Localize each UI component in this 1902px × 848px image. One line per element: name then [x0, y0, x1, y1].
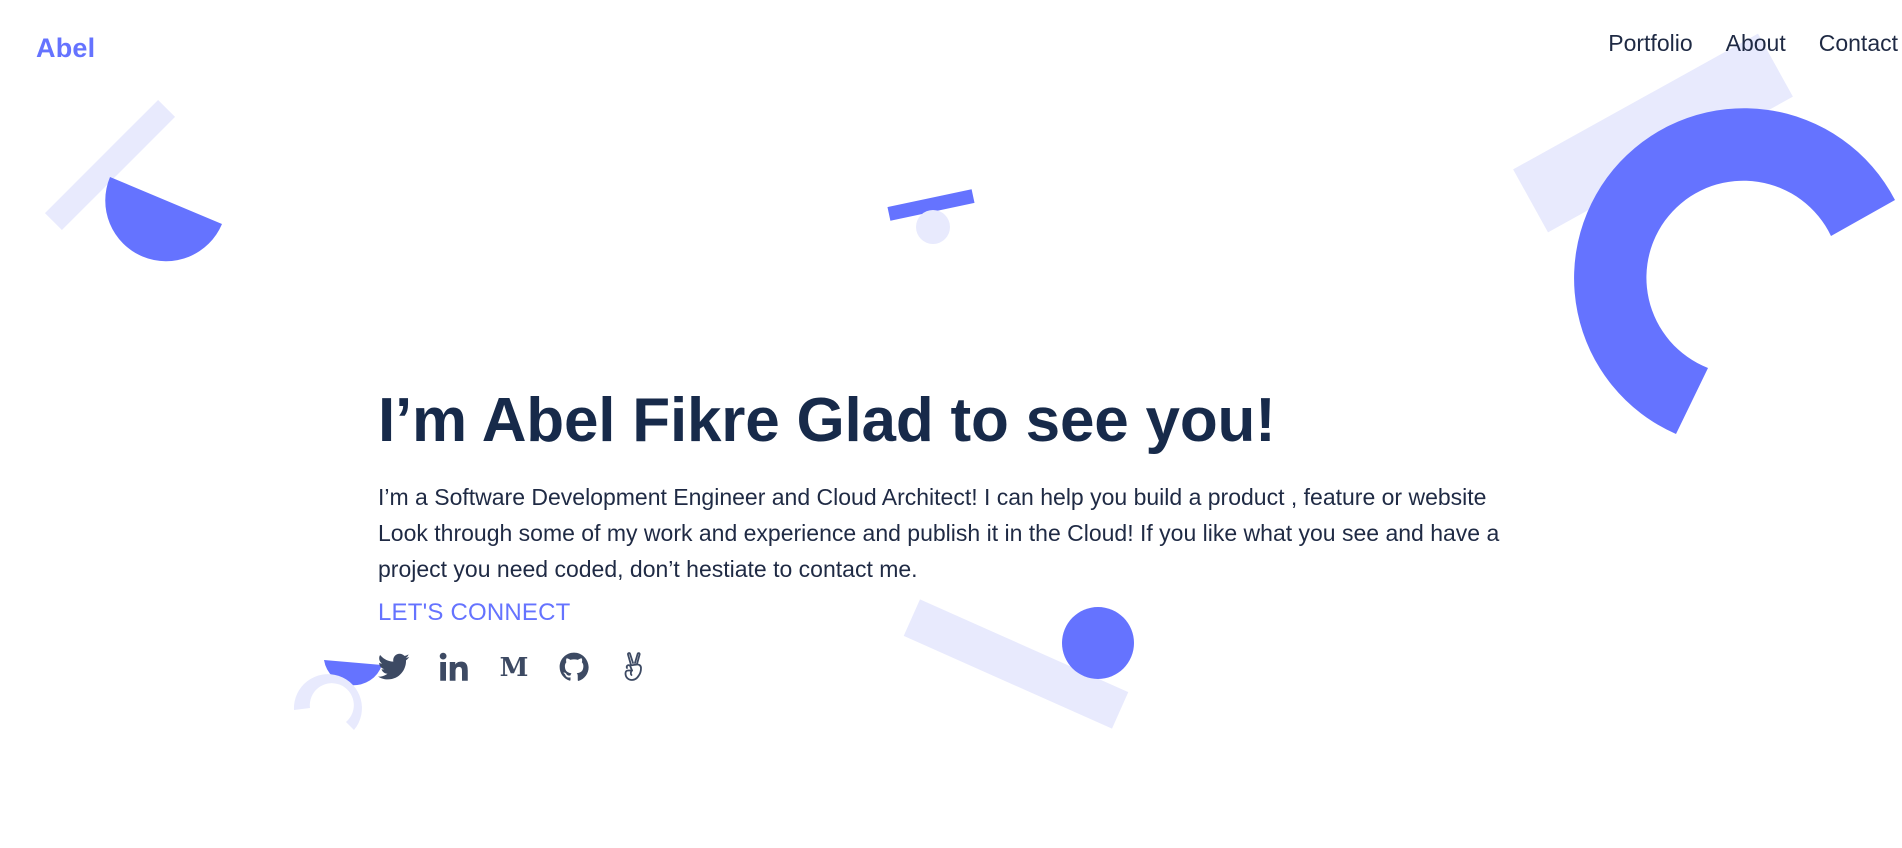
nav-about[interactable]: About [1726, 30, 1786, 57]
angellist-icon [624, 652, 642, 681]
page: Abel Portfolio About Contact I’m Abel Fi… [0, 0, 1902, 848]
deco-bar-top-left [44, 99, 176, 231]
linkedin-icon [439, 652, 468, 681]
nav-contact[interactable]: Contact [1819, 30, 1898, 57]
github-link[interactable] [558, 651, 590, 683]
hero-heading: I’m Abel Fikre Glad to see you! [378, 386, 1276, 455]
medium-icon: M [500, 653, 529, 681]
social-links: M [378, 651, 1528, 683]
twitter-link[interactable] [378, 651, 410, 683]
lets-connect-link[interactable]: LET'S CONNECT [378, 599, 571, 627]
main-nav: Portfolio About Contact [1608, 30, 1898, 57]
deco-half-disk-top-left [105, 177, 222, 262]
deco-arc-top-right [1574, 108, 1895, 434]
deco-dot-center [916, 210, 950, 244]
svg-text:M: M [500, 653, 529, 681]
deco-ring-bottom-left [293, 674, 362, 730]
deco-bar-top-right [1513, 33, 1793, 233]
medium-link[interactable]: M [498, 651, 530, 683]
deco-small-bar-center [887, 189, 975, 221]
hero-description: I’m a Software Development Engineer and … [378, 484, 1500, 582]
twitter-icon [378, 653, 410, 680]
hero-section: I’m Abel Fikre Glad to see you! I’m a So… [378, 385, 1528, 683]
nav-portfolio[interactable]: Portfolio [1608, 30, 1692, 57]
linkedin-link[interactable] [438, 651, 470, 683]
github-icon [559, 652, 589, 681]
deco-half-disk-bottom-left [324, 660, 382, 686]
angellist-link[interactable] [618, 651, 650, 683]
logo[interactable]: Abel [36, 33, 95, 64]
